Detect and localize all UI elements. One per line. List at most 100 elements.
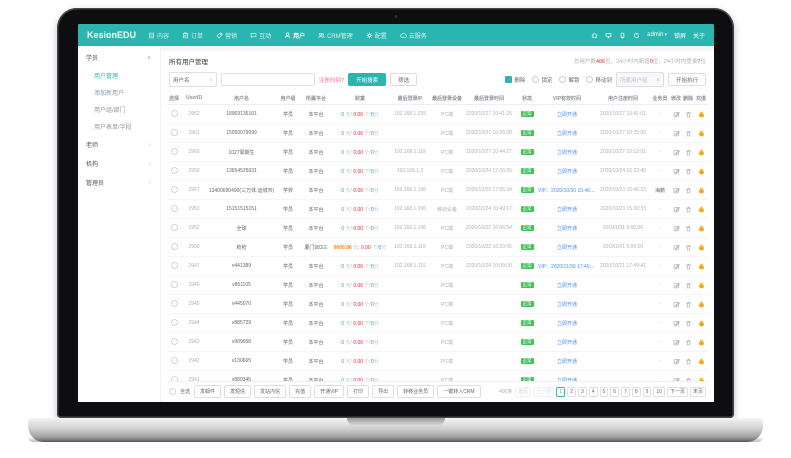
row-checkbox[interactable] [171,357,178,364]
coin-icon[interactable]: ¥ [698,301,705,308]
trash-icon[interactable] [685,130,692,137]
edit-icon[interactable] [673,282,680,289]
vip-activate-link[interactable]: 立即开通 [557,359,577,365]
sidebar-item-用户管理[interactable]: 用户管理 [78,67,160,84]
page-button-9[interactable]: 9 [643,387,652,397]
row-checkbox[interactable] [171,167,178,174]
trash-icon[interactable] [685,320,692,327]
trash-icon[interactable] [685,149,692,156]
vip-activate-link[interactable]: 立即开通 [557,302,577,308]
page-button-10[interactable]: 10 [653,387,665,397]
row-checkbox[interactable] [171,262,178,269]
sidebar-item-添加新用户[interactable]: 添加新用户 [78,84,160,101]
vip-expiry-text[interactable]: VIP：2020/10/30 15:46:23 [538,188,596,194]
trash-icon[interactable] [685,187,692,194]
page-button-7[interactable]: 7 [621,387,630,397]
page-button-4[interactable]: 4 [589,387,598,397]
nav-item-配置[interactable]: 配置 [366,31,387,40]
vip-activate-link[interactable]: 立即开通 [557,112,577,118]
coin-icon[interactable]: ¥ [698,111,705,118]
edit-icon[interactable] [673,244,680,251]
coin-icon[interactable]: ¥ [698,187,705,194]
edit-icon[interactable] [673,225,680,232]
trash-icon[interactable] [685,358,692,365]
page-button-5[interactable]: 5 [600,387,609,397]
footer-button-一键转入CRM[interactable]: 一键转入CRM [437,385,480,398]
vip-activate-link[interactable]: 立即开通 [557,226,577,232]
nav-item-用户[interactable]: 用户 [284,31,305,40]
footer-button-发站内信[interactable]: 发站内信 [254,385,286,398]
register-time-link[interactable]: 注册时间? [319,76,344,84]
row-checkbox[interactable] [171,148,178,155]
trash-icon[interactable] [685,225,692,232]
edit-icon[interactable] [673,206,680,213]
edit-icon[interactable] [673,111,680,118]
search-input[interactable] [221,73,315,86]
row-checkbox[interactable] [171,186,178,193]
page-button-2[interactable]: 2 [567,387,576,397]
search-button[interactable]: 开始搜索 [348,73,386,86]
sidebar-item-用户表单/字段[interactable]: 用户表单/字段 [78,118,160,135]
trash-icon[interactable] [685,339,692,346]
trash-icon[interactable] [685,206,692,213]
nav-item-云服务[interactable]: 云服务 [400,31,427,40]
nav-item-CRM管理[interactable]: CRM管理 [318,31,353,40]
prev-page-button[interactable]: 上一页 [533,387,554,397]
coin-icon[interactable]: ¥ [698,282,705,289]
coin-icon[interactable]: ¥ [698,339,705,346]
monitor-icon[interactable] [605,32,612,39]
page-button-1[interactable]: 1 [556,387,565,397]
batch-option-解锁[interactable]: 解锁 [559,76,579,84]
footer-button-转移业务员[interactable]: 转移业务员 [397,385,434,398]
last-page-button[interactable]: 末页 [690,387,706,397]
vip-activate-link[interactable]: 立即开通 [557,131,577,137]
coin-icon[interactable]: ¥ [698,320,705,327]
sidebar-group-学员[interactable]: 学员∨ [78,48,160,67]
navbar-link-锁屏[interactable]: 锁屏 [674,31,686,40]
trash-icon[interactable] [685,244,692,251]
next-page-button[interactable]: 下一页 [667,387,688,397]
coin-icon[interactable]: ¥ [698,206,705,213]
row-checkbox[interactable] [171,338,178,345]
page-button-8[interactable]: 8 [632,387,641,397]
page-button-3[interactable]: 3 [578,387,587,397]
vip-expiry-text[interactable]: VIP：2020/11/30 17:49:41 [538,264,596,270]
vip-activate-link[interactable]: 立即开通 [557,283,577,289]
edit-icon[interactable] [673,358,680,365]
batch-option-删除[interactable]: 删除 [505,76,525,84]
trash-icon[interactable] [685,263,692,270]
footer-button-打印[interactable]: 打印 [347,385,369,398]
edit-icon[interactable] [673,187,680,194]
coin-icon[interactable]: ¥ [698,168,705,175]
coin-icon[interactable]: ¥ [698,263,705,270]
edit-icon[interactable] [673,339,680,346]
select-all-checkbox[interactable] [169,388,176,395]
vip-activate-link[interactable]: 立即开通 [557,150,577,156]
vip-activate-link[interactable]: 立即开通 [557,169,577,175]
page-button-6[interactable]: 6 [610,387,619,397]
edit-icon[interactable] [673,320,680,327]
coin-icon[interactable]: ¥ [698,149,705,156]
navbar-link-关于[interactable]: 关于 [693,31,705,40]
edit-icon[interactable] [673,149,680,156]
trash-icon[interactable] [685,111,692,118]
sync-icon[interactable] [633,32,640,39]
footer-button-发邮件[interactable]: 发邮件 [194,385,221,398]
sidebar-group-老师[interactable]: 老师› [78,135,160,154]
edit-icon[interactable] [673,301,680,308]
trash-icon[interactable] [685,282,692,289]
nav-item-互动[interactable]: 互动 [250,31,271,40]
home-icon[interactable] [591,32,598,39]
admin-user-menu[interactable]: admin▾ [647,32,667,38]
search-field-select[interactable]: 用户名 ∨ [169,72,217,87]
footer-button-导出[interactable]: 导出 [372,385,394,398]
vip-activate-link[interactable]: 立即开通 [557,207,577,213]
sidebar-group-机构[interactable]: 机构› [78,154,160,173]
group-select[interactable]: 所属用户组 ∨ [616,72,664,87]
sidebar-item-用户组/部门[interactable]: 用户组/部门 [78,101,160,118]
row-checkbox[interactable] [171,319,178,326]
edit-icon[interactable] [673,263,680,270]
execute-button[interactable]: 开始执行 [668,73,706,86]
filter-button[interactable]: 筛选 [390,73,417,86]
edit-icon[interactable] [673,130,680,137]
